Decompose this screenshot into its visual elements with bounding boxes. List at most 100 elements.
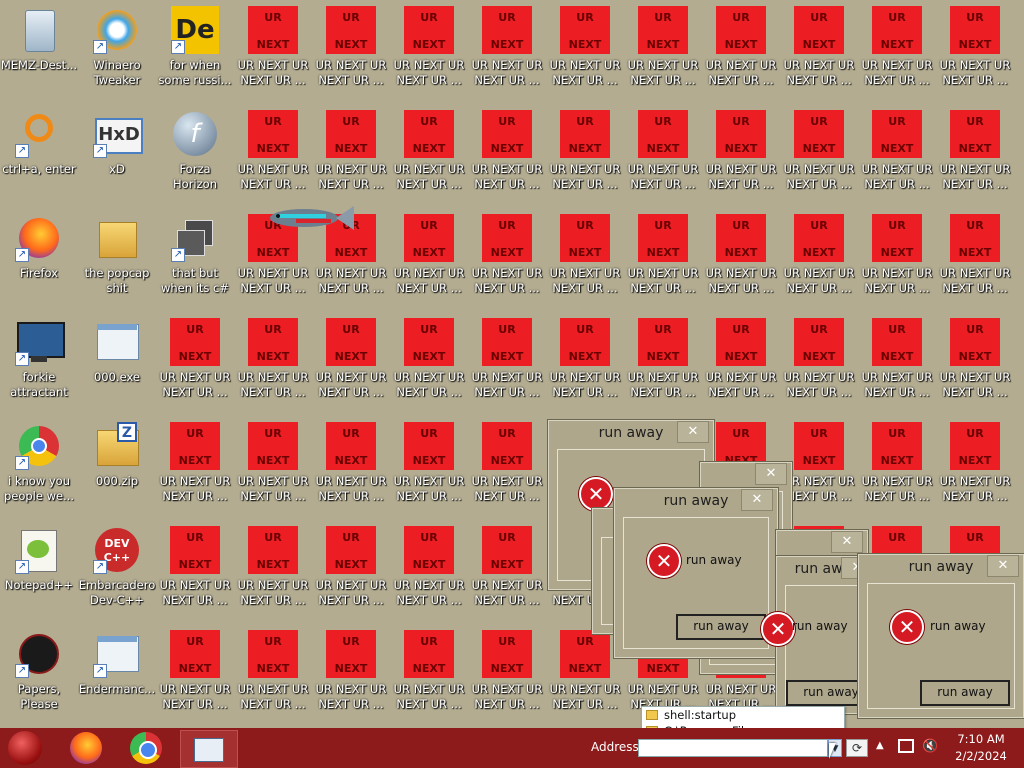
ur-next-icon[interactable]: UR NEXT UR NEXT UR NEXT UR ... [390,208,468,312]
ur-next-icon[interactable]: UR NEXT UR NEXT UR NEXT UR ... [936,416,1014,520]
ur-next-icon[interactable]: UR NEXT UR NEXT UR NEXT UR ... [780,312,858,416]
dialog-close-button[interactable]: ✕ [987,555,1019,577]
ur-next-icon[interactable]: UR NEXT UR NEXT UR NEXT UR ... [156,416,234,520]
ur-next-icon[interactable]: UR NEXT UR NEXT UR NEXT UR ... [936,0,1014,104]
ur-next-icon[interactable]: UR NEXT UR NEXT UR NEXT UR ... [234,104,312,208]
ur-next-icon[interactable]: UR NEXT UR NEXT UR NEXT UR ... [234,624,312,728]
ur-next-icon[interactable]: UR NEXT UR NEXT UR NEXT UR ... [312,104,390,208]
desktop-icon[interactable]: ↗ Endermanc... [78,624,156,728]
desktop-icon[interactable]: DEV C++ ↗ Embarcadero Dev-C++ [78,520,156,624]
desktop-icon-label: UR NEXT UR NEXT UR ... [237,578,309,607]
desktop-icon[interactable]: HxD ↗ xD [78,104,156,208]
ur-next-icon[interactable]: UR NEXT UR NEXT UR NEXT UR ... [702,312,780,416]
firefox-taskbar-icon[interactable] [70,732,102,764]
ur-next-icon[interactable]: UR NEXT UR NEXT UR NEXT UR ... [702,208,780,312]
ur-next-icon[interactable]: UR NEXT UR NEXT UR NEXT UR ... [468,312,546,416]
ur-next-icon[interactable]: UR NEXT UR NEXT UR NEXT UR ... [312,624,390,728]
ur-next-icon[interactable]: UR NEXT UR NEXT UR NEXT UR ... [390,520,468,624]
run-away-button[interactable]: run away [676,614,766,640]
tray-expand-icon[interactable]: ▲ [876,740,884,751]
ur-next-icon[interactable]: UR NEXT UR NEXT UR NEXT UR ... [624,208,702,312]
ur-next-icon[interactable]: UR NEXT UR NEXT UR NEXT UR ... [936,208,1014,312]
desktop-icon[interactable]: ↗ ctrl+a, enter [0,104,78,208]
active-app-button[interactable] [180,730,238,768]
ur-next-icon[interactable]: UR NEXT UR NEXT UR NEXT UR ... [468,416,546,520]
ur-next-icon[interactable]: UR NEXT UR NEXT UR NEXT UR ... [702,104,780,208]
ur-next-icon[interactable]: UR NEXT UR NEXT UR NEXT UR ... [858,416,936,520]
ur-next-icon[interactable]: UR NEXT UR NEXT UR NEXT UR ... [468,0,546,104]
desktop-icon[interactable]: ↗ that but when its c# [156,208,234,312]
ur-next-icon[interactable]: UR NEXT UR NEXT UR NEXT UR ... [468,104,546,208]
ur-next-icon[interactable]: UR NEXT UR NEXT UR NEXT UR ... [702,0,780,104]
dialog-close-button[interactable]: ✕ [755,463,787,485]
desktop-icon[interactable]: De ↗ for when some russi... [156,0,234,104]
desktop-icon-label: UR NEXT UR NEXT UR ... [237,474,309,503]
ur-next-image-icon: UR NEXT [638,318,688,366]
desktop-icon[interactable]: ↗ Notepad++ [0,520,78,624]
ur-next-icon[interactable]: UR NEXT UR NEXT UR NEXT UR ... [390,312,468,416]
dialog-close-button[interactable]: ✕ [831,531,863,553]
ur-next-icon[interactable]: UR NEXT UR NEXT UR NEXT UR ... [390,104,468,208]
ur-next-icon[interactable]: UR NEXT UR NEXT UR NEXT UR ... [390,416,468,520]
ur-next-icon[interactable]: UR NEXT UR NEXT UR NEXT UR ... [858,208,936,312]
desktop-icon[interactable]: f Forza Horizon 5.exe [156,104,234,208]
ur-next-icon[interactable]: UR NEXT UR NEXT UR NEXT UR ... [234,416,312,520]
ur-next-icon[interactable]: UR NEXT UR NEXT UR NEXT UR ... [546,624,624,728]
run-away-button[interactable]: run away [920,680,1010,706]
dialog-close-button[interactable]: ✕ [741,489,773,511]
ur-next-icon[interactable]: UR NEXT UR NEXT UR NEXT UR ... [624,104,702,208]
ur-next-icon[interactable]: UR NEXT UR NEXT UR NEXT UR ... [858,0,936,104]
ur-bottom-text: NEXT [412,454,446,467]
ur-next-icon[interactable]: UR NEXT UR NEXT UR NEXT UR ... [468,208,546,312]
ur-next-icon[interactable]: UR NEXT UR NEXT UR NEXT UR ... [546,208,624,312]
ur-next-icon[interactable]: UR NEXT UR NEXT UR NEXT UR ... [624,312,702,416]
ur-next-icon[interactable]: UR NEXT UR NEXT UR NEXT UR ... [936,104,1014,208]
desktop-icon[interactable]: ↗ Firefox [0,208,78,312]
ur-next-icon[interactable]: UR NEXT UR NEXT UR NEXT UR ... [234,312,312,416]
ur-next-icon[interactable]: UR NEXT UR NEXT UR NEXT UR ... [468,624,546,728]
address-refresh-button[interactable]: ⟳ [846,739,868,757]
desktop-icon[interactable]: ↗ Winaero Tweaker [78,0,156,104]
desktop-icon[interactable]: ↗ i know you people we... [0,416,78,520]
ur-next-icon[interactable]: UR NEXT UR NEXT UR NEXT UR ... [546,0,624,104]
chrome-taskbar-icon[interactable] [130,732,162,764]
ur-next-icon[interactable]: UR NEXT UR NEXT UR NEXT UR ... [234,520,312,624]
ur-next-icon[interactable]: UR NEXT UR NEXT UR NEXT UR ... [780,208,858,312]
address-input[interactable] [638,739,828,757]
dialog-close-button[interactable]: ✕ [677,421,709,443]
ur-next-icon[interactable]: UR NEXT UR NEXT UR NEXT UR ... [156,520,234,624]
ur-next-icon[interactable]: UR NEXT UR NEXT UR NEXT UR ... [156,312,234,416]
ur-next-icon[interactable]: UR NEXT UR NEXT UR NEXT UR ... [390,624,468,728]
ur-next-icon[interactable]: UR NEXT UR NEXT UR NEXT UR ... [468,520,546,624]
desktop-icon[interactable]: Z 000.zip [78,416,156,520]
desktop-icon[interactable]: MEMZ-Dest... [0,0,78,104]
ur-next-icon[interactable]: UR NEXT UR NEXT UR NEXT UR ... [858,104,936,208]
ur-next-icon[interactable]: UR NEXT UR NEXT UR NEXT UR ... [156,624,234,728]
ur-next-image-icon: UR NEXT [248,318,298,366]
dropdown-item-startup[interactable]: shell:startup [642,707,844,723]
clock[interactable]: 7:10 AM 2/2/2024 [945,731,1017,765]
ur-next-icon[interactable]: UR NEXT UR NEXT UR NEXT UR ... [936,312,1014,416]
desktop-icon[interactable]: 000.exe [78,312,156,416]
ur-next-icon[interactable]: UR NEXT UR NEXT UR NEXT UR ... [546,104,624,208]
ur-next-icon[interactable]: UR NEXT UR NEXT UR NEXT UR ... [858,312,936,416]
ur-next-icon[interactable]: UR NEXT UR NEXT UR NEXT UR ... [312,312,390,416]
ur-next-icon[interactable]: UR NEXT UR NEXT UR NEXT UR ... [390,0,468,104]
ur-next-icon[interactable]: UR NEXT UR NEXT UR NEXT UR ... [234,0,312,104]
start-button[interactable] [8,731,42,765]
ur-top-text: UR [342,323,360,336]
ur-next-icon[interactable]: UR NEXT UR NEXT UR NEXT UR ... [312,520,390,624]
ur-next-icon[interactable]: UR NEXT UR NEXT UR NEXT UR ... [312,416,390,520]
network-icon[interactable] [898,739,914,753]
ur-next-icon[interactable]: UR NEXT UR NEXT UR NEXT UR ... [546,312,624,416]
desktop-icon[interactable]: ↗ forkie attractant [0,312,78,416]
desktop-icon[interactable]: ↗ Papers, Please [0,624,78,728]
desktop-icon[interactable]: the popcap shit [78,208,156,312]
ur-next-icon[interactable]: UR NEXT UR NEXT UR NEXT UR ... [624,0,702,104]
ur-bottom-text: NEXT [958,454,992,467]
ur-bottom-text: NEXT [646,350,680,363]
ur-next-icon[interactable]: UR NEXT UR NEXT UR NEXT UR ... [312,0,390,104]
ur-next-icon[interactable]: UR NEXT UR NEXT UR NEXT UR ... [780,104,858,208]
ur-next-icon[interactable]: UR NEXT UR NEXT UR NEXT UR ... [780,0,858,104]
volume-muted-icon[interactable]: 🔇 [922,739,938,754]
